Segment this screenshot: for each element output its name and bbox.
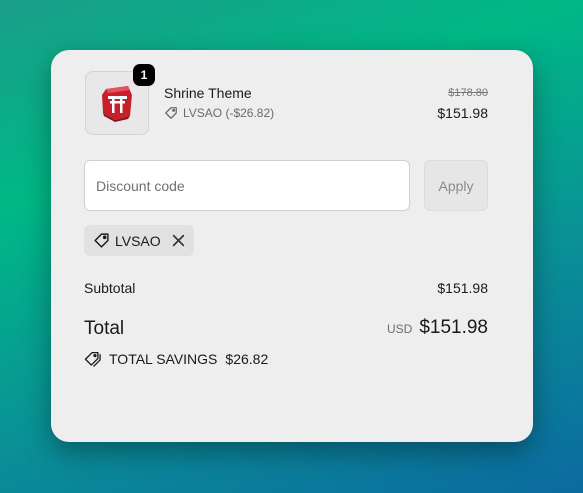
- total-amount: USD $151.98: [387, 317, 488, 339]
- total-value: $151.98: [419, 317, 488, 338]
- applied-discount-code: LVSAO: [115, 232, 161, 249]
- applied-discount-chip: LVSAO: [84, 225, 194, 256]
- remove-discount-button[interactable]: [172, 234, 185, 247]
- shrine-logo-icon: [102, 86, 132, 122]
- subtotal-value: $151.98: [437, 280, 488, 296]
- apply-button[interactable]: Apply: [424, 160, 488, 211]
- close-icon: [172, 234, 184, 247]
- checkout-summary-card: 1 Shrine Theme LVSAO (-$26.82) $178.80 $…: [51, 50, 533, 442]
- original-price: $178.80: [448, 87, 488, 99]
- product-name: Shrine Theme: [164, 85, 252, 101]
- line-discount-label: LVSAO (-$26.82): [183, 106, 275, 120]
- savings-value: $26.82: [225, 350, 269, 367]
- tag-icon: [165, 107, 177, 119]
- discount-code-input[interactable]: [84, 160, 410, 211]
- item-price: $151.98: [437, 105, 488, 121]
- line-discount: LVSAO (-$26.82): [164, 106, 274, 120]
- savings-label: TOTAL SAVINGS: [109, 350, 218, 367]
- quantity-badge: 1: [133, 64, 155, 86]
- total-savings: TOTAL SAVINGS $26.82: [84, 350, 268, 367]
- subtotal-label: Subtotal: [84, 280, 136, 296]
- tag-icon: [94, 233, 109, 248]
- total-label: Total: [84, 318, 125, 339]
- currency-code: USD: [386, 322, 413, 336]
- tags-icon: [84, 351, 101, 367]
